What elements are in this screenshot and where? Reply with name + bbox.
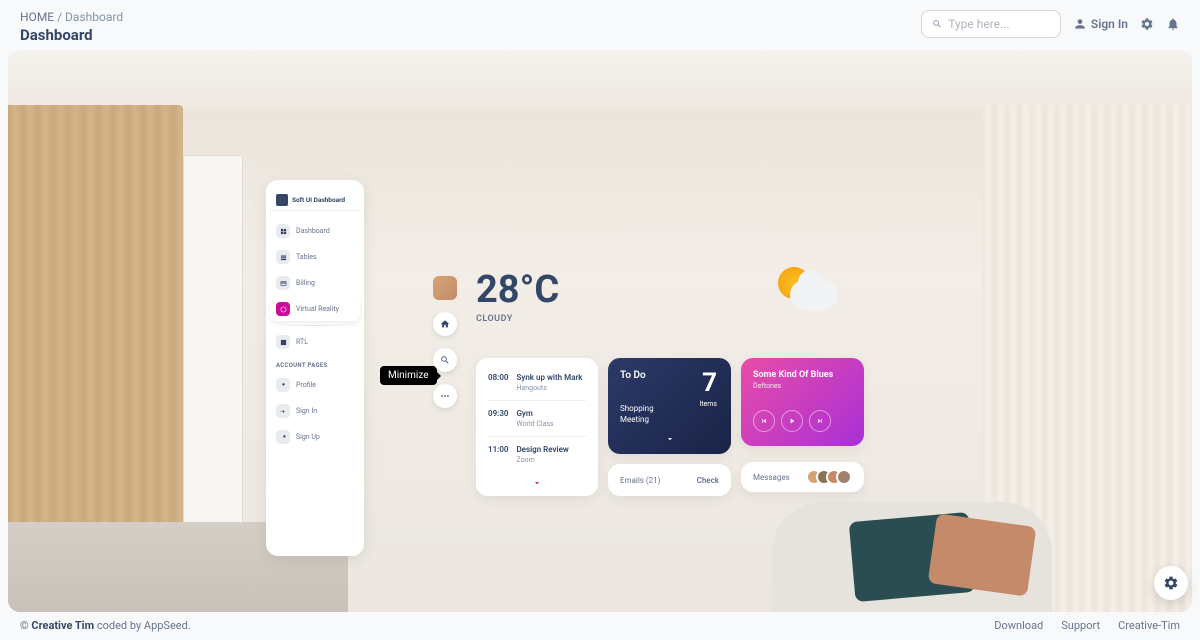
gear-icon[interactable] [1140,17,1154,31]
breadcrumb: HOME / Dashboard [20,10,123,24]
schedule-row[interactable]: 11:00Design ReviewZoom [476,440,598,469]
settings-fab[interactable] [1154,566,1188,600]
page-title: Dashboard [20,26,123,44]
home-button[interactable] [433,312,457,336]
music-play-button[interactable] [781,410,803,432]
music-prev-button[interactable] [753,410,775,432]
ellipsis-icon [440,391,450,401]
chevron-down-icon [665,434,675,444]
footer-brand-link[interactable]: Creative Tim [31,619,94,632]
minimize-tooltip: Minimize [380,366,437,385]
search-input[interactable] [948,17,1050,31]
schedule-card: 08:00Synk up with MarkHangouts 09:30GymW… [476,358,598,496]
bell-icon[interactable] [1166,17,1180,31]
messages-avatars [812,469,852,485]
avatar[interactable] [433,276,457,300]
breadcrumb-home[interactable]: HOME [20,10,54,24]
sidebar-item-signin[interactable]: Sign In [270,399,360,423]
emails-check-link[interactable]: Check [697,476,719,485]
sidebar-item-virtual-reality[interactable]: Virtual Reality [270,297,360,321]
music-next-button[interactable] [809,410,831,432]
vr-background: Soft UI Dashboard Dashboard Tables Billi… [8,50,1192,612]
footer-link-download[interactable]: Download [994,619,1043,632]
next-icon [816,417,824,425]
footer-link-support[interactable]: Support [1061,619,1100,632]
sidebar-item-signup[interactable]: Sign Up [270,425,360,449]
weather-temp: 28°C [476,268,559,312]
home-icon [440,319,450,329]
emails-card[interactable]: Emails (21) Check [608,464,731,496]
schedule-row[interactable]: 09:30GymWorld Class [476,404,598,433]
music-card: Some Kind Of Blues Deftones [741,358,864,446]
signin-link[interactable]: Sign In [1073,17,1128,31]
sidebar: Soft UI Dashboard Dashboard Tables Billi… [266,180,364,556]
messages-card[interactable]: Messages [741,462,864,492]
sidebar-item-billing[interactable]: Billing [270,271,360,295]
search-box[interactable] [921,10,1061,38]
brand-icon [276,194,288,206]
search-icon [932,18,942,30]
weather-icon [768,265,843,320]
sidebar-section-label: ACCOUNT PAGES [270,356,360,373]
sidebar-item-rtl[interactable]: RTL [270,330,360,354]
breadcrumb-current: Dashboard [65,10,123,24]
search-icon [440,355,450,365]
sidebar-item-dashboard[interactable]: Dashboard [270,219,360,243]
weather-widget: 28°C CLOUDY [476,268,559,324]
play-icon [788,417,796,425]
user-icon [1073,17,1087,31]
chevron-down-icon [532,478,542,488]
footer: © Creative Tim coded by AppSeed. Downloa… [0,611,1200,640]
sidebar-item-tables[interactable]: Tables [270,245,360,269]
schedule-expand[interactable] [476,473,598,492]
sidebar-item-profile[interactable]: Profile [270,373,360,397]
search-circle-button[interactable] [433,348,457,372]
gear-icon [1163,575,1179,591]
weather-condition: CLOUDY [476,314,559,324]
schedule-row[interactable]: 08:00Synk up with MarkHangouts [476,368,598,397]
todo-card[interactable]: To Do 7 Items ShoppingMeeting [608,358,731,454]
todo-expand[interactable] [665,429,675,448]
minimize-button[interactable] [433,384,457,408]
prev-icon [760,417,768,425]
sidebar-brand[interactable]: Soft UI Dashboard [270,190,360,211]
footer-link-creative-tim[interactable]: Creative-Tim [1118,619,1180,632]
